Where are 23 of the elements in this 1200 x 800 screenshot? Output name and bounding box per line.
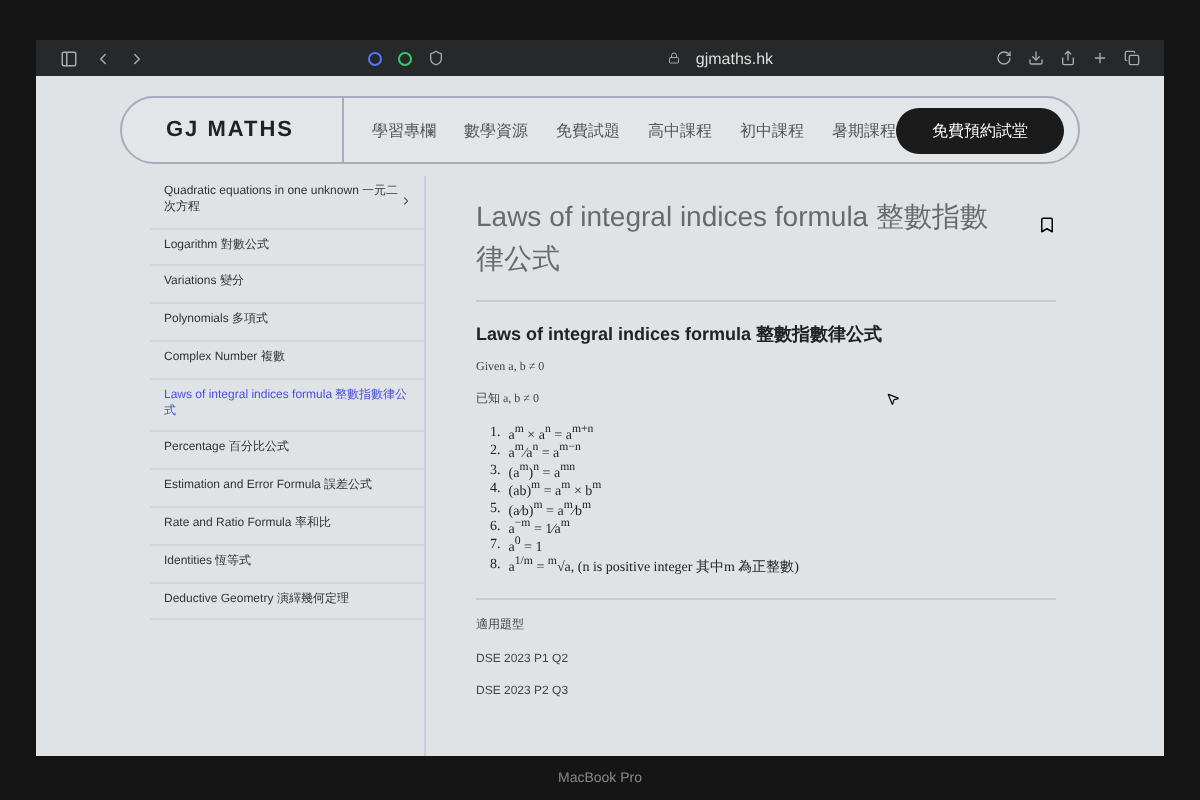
nav-link[interactable]: 免費試題: [556, 119, 621, 141]
nav-link[interactable]: 暑期課程: [832, 119, 897, 141]
sidebar-icon[interactable]: [60, 49, 78, 67]
nav-link[interactable]: 初中課程: [740, 119, 805, 141]
shield-icon[interactable]: [428, 50, 445, 66]
reload-icon[interactable]: [996, 50, 1012, 66]
page-title: Laws of integral indices formula 整數指數律公式: [476, 198, 990, 278]
tabs-icon[interactable]: [1124, 50, 1140, 66]
back-icon[interactable]: [94, 49, 112, 67]
forward-icon[interactable]: [128, 49, 146, 67]
trial-button[interactable]: 免費預約試堂: [896, 107, 1065, 153]
section-heading: Laws of integral indices formula 整數指數律公式: [476, 322, 885, 348]
logo[interactable]: GJ MATHS: [122, 98, 345, 162]
download-icon[interactable]: [1028, 50, 1044, 66]
url-field[interactable]: gjmaths.hk: [695, 49, 774, 67]
lock-icon: [667, 52, 680, 64]
cursor-icon: [886, 392, 900, 406]
nav-link[interactable]: 高中課程: [648, 119, 713, 141]
bookmark-icon[interactable]: [1038, 216, 1056, 234]
share-icon[interactable]: [1060, 50, 1076, 66]
nav-link[interactable]: 學習專欄: [372, 119, 437, 141]
nav-link[interactable]: 數學資源: [464, 119, 529, 141]
new-tab-icon[interactable]: [1092, 50, 1108, 66]
